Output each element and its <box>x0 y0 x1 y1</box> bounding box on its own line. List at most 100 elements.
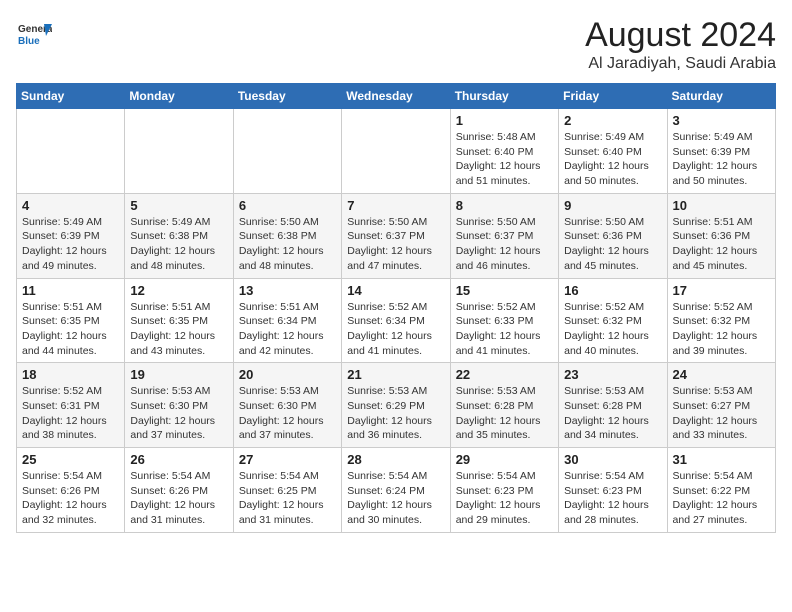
day-number: 9 <box>564 198 661 213</box>
day-number: 1 <box>456 113 553 128</box>
calendar-cell: 19 Sunrise: 5:53 AM Sunset: 6:30 PM Dayli… <box>125 363 233 448</box>
calendar-cell: 12Sunrise: 5:51 AM Sunset: 6:35 PM Dayli… <box>125 278 233 363</box>
day-number: 22 <box>456 367 553 382</box>
day-info: Sunrise: 5:51 AM Sunset: 6:35 PM Dayligh… <box>22 300 119 359</box>
day-info: Sunrise: 5:54 AM Sunset: 6:24 PM Dayligh… <box>347 469 444 528</box>
day-info: Sunrise: 5:52 AM Sunset: 6:32 PM Dayligh… <box>564 300 661 359</box>
day-info: Sunrise: 5:52 AM Sunset: 6:34 PM Dayligh… <box>347 300 444 359</box>
calendar-cell: 27Sunrise: 5:54 AM Sunset: 6:25 PM Dayli… <box>233 448 341 533</box>
calendar-cell: 24Sunrise: 5:53 AM Sunset: 6:27 PM Dayli… <box>667 363 775 448</box>
calendar-cell <box>342 109 450 194</box>
page-subtitle: Al Jaradiyah, Saudi Arabia <box>585 55 776 73</box>
calendar-cell: 13Sunrise: 5:51 AM Sunset: 6:34 PM Dayli… <box>233 278 341 363</box>
calendar-cell: 30 Sunrise: 5:54 AM Sunset: 6:23 PM Dayli… <box>559 448 667 533</box>
day-number: 19 <box>130 367 227 382</box>
day-info: Sunrise: 5:52 AM Sunset: 6:32 PM Dayligh… <box>673 300 770 359</box>
day-info: Sunrise: 5:53 AM Sunset: 6:28 PM Dayligh… <box>456 384 553 443</box>
day-info: Sunrise: 5:50 AM Sunset: 6:37 PM Dayligh… <box>347 215 444 274</box>
calendar-cell: 10 Sunrise: 5:51 AM Sunset: 6:36 PM Dayli… <box>667 193 775 278</box>
day-number: 26 <box>130 452 227 467</box>
calendar-cell: 6Sunrise: 5:50 AM Sunset: 6:38 PM Daylig… <box>233 193 341 278</box>
calendar-cell: 5 Sunrise: 5:49 AM Sunset: 6:38 PM Daylig… <box>125 193 233 278</box>
calendar-cell: 22 Sunrise: 5:53 AM Sunset: 6:28 PM Dayli… <box>450 363 558 448</box>
calendar-table: SundayMondayTuesdayWednesdayThursdayFrid… <box>16 83 776 533</box>
calendar-week-5: 25 Sunrise: 5:54 AM Sunset: 6:26 PM Dayli… <box>17 448 776 533</box>
calendar-cell: 15 Sunrise: 5:52 AM Sunset: 6:33 PM Dayli… <box>450 278 558 363</box>
day-number: 6 <box>239 198 336 213</box>
calendar-cell: 17 Sunrise: 5:52 AM Sunset: 6:32 PM Dayli… <box>667 278 775 363</box>
day-number: 13 <box>239 283 336 298</box>
day-info: Sunrise: 5:49 AM Sunset: 6:40 PM Dayligh… <box>564 130 661 189</box>
calendar-cell: 26 Sunrise: 5:54 AM Sunset: 6:26 PM Dayli… <box>125 448 233 533</box>
calendar-cell: 11 Sunrise: 5:51 AM Sunset: 6:35 PM Dayli… <box>17 278 125 363</box>
day-info: Sunrise: 5:51 AM Sunset: 6:36 PM Dayligh… <box>673 215 770 274</box>
day-info: Sunrise: 5:48 AM Sunset: 6:40 PM Dayligh… <box>456 130 553 189</box>
calendar-cell: 23Sunrise: 5:53 AM Sunset: 6:28 PM Dayli… <box>559 363 667 448</box>
calendar-cell: 14 Sunrise: 5:52 AM Sunset: 6:34 PM Dayli… <box>342 278 450 363</box>
day-header-thursday: Thursday <box>450 84 558 109</box>
calendar-cell: 31Sunrise: 5:54 AM Sunset: 6:22 PM Dayli… <box>667 448 775 533</box>
day-number: 29 <box>456 452 553 467</box>
calendar-cell: 4 Sunrise: 5:49 AM Sunset: 6:39 PM Daylig… <box>17 193 125 278</box>
calendar-cell: 9 Sunrise: 5:50 AM Sunset: 6:36 PM Daylig… <box>559 193 667 278</box>
day-header-friday: Friday <box>559 84 667 109</box>
calendar-cell: 8 Sunrise: 5:50 AM Sunset: 6:37 PM Daylig… <box>450 193 558 278</box>
day-info: Sunrise: 5:50 AM Sunset: 6:37 PM Dayligh… <box>456 215 553 274</box>
day-number: 28 <box>347 452 444 467</box>
page-header: General Blue August 2024 Al Jaradiyah, S… <box>16 16 776 73</box>
calendar-cell: 20 Sunrise: 5:53 AM Sunset: 6:30 PM Dayli… <box>233 363 341 448</box>
day-number: 14 <box>347 283 444 298</box>
logo-icon: General Blue <box>16 16 52 52</box>
day-info: Sunrise: 5:54 AM Sunset: 6:26 PM Dayligh… <box>130 469 227 528</box>
calendar-cell: 28 Sunrise: 5:54 AM Sunset: 6:24 PM Dayli… <box>342 448 450 533</box>
day-number: 5 <box>130 198 227 213</box>
day-header-monday: Monday <box>125 84 233 109</box>
calendar-cell <box>233 109 341 194</box>
day-info: Sunrise: 5:54 AM Sunset: 6:26 PM Dayligh… <box>22 469 119 528</box>
day-info: Sunrise: 5:53 AM Sunset: 6:28 PM Dayligh… <box>564 384 661 443</box>
day-info: Sunrise: 5:53 AM Sunset: 6:30 PM Dayligh… <box>239 384 336 443</box>
calendar-cell: 29Sunrise: 5:54 AM Sunset: 6:23 PM Dayli… <box>450 448 558 533</box>
day-info: Sunrise: 5:54 AM Sunset: 6:23 PM Dayligh… <box>564 469 661 528</box>
calendar-cell: 25 Sunrise: 5:54 AM Sunset: 6:26 PM Dayli… <box>17 448 125 533</box>
day-number: 31 <box>673 452 770 467</box>
calendar-week-1: 1 Sunrise: 5:48 AM Sunset: 6:40 PM Daylig… <box>17 109 776 194</box>
day-info: Sunrise: 5:52 AM Sunset: 6:33 PM Dayligh… <box>456 300 553 359</box>
calendar-header-row: SundayMondayTuesdayWednesdayThursdayFrid… <box>17 84 776 109</box>
calendar-cell <box>17 109 125 194</box>
day-number: 8 <box>456 198 553 213</box>
day-number: 18 <box>22 367 119 382</box>
calendar-cell: 18 Sunrise: 5:52 AM Sunset: 6:31 PM Dayli… <box>17 363 125 448</box>
day-info: Sunrise: 5:53 AM Sunset: 6:30 PM Dayligh… <box>130 384 227 443</box>
day-number: 30 <box>564 452 661 467</box>
day-info: Sunrise: 5:54 AM Sunset: 6:25 PM Dayligh… <box>239 469 336 528</box>
day-header-tuesday: Tuesday <box>233 84 341 109</box>
calendar-cell: 7 Sunrise: 5:50 AM Sunset: 6:37 PM Daylig… <box>342 193 450 278</box>
day-number: 2 <box>564 113 661 128</box>
day-number: 11 <box>22 283 119 298</box>
calendar-week-2: 4 Sunrise: 5:49 AM Sunset: 6:39 PM Daylig… <box>17 193 776 278</box>
page-title: August 2024 <box>585 16 776 55</box>
day-number: 4 <box>22 198 119 213</box>
day-info: Sunrise: 5:52 AM Sunset: 6:31 PM Dayligh… <box>22 384 119 443</box>
day-number: 10 <box>673 198 770 213</box>
day-number: 24 <box>673 367 770 382</box>
calendar-week-3: 11 Sunrise: 5:51 AM Sunset: 6:35 PM Dayli… <box>17 278 776 363</box>
logo: General Blue <box>16 16 52 52</box>
day-info: Sunrise: 5:49 AM Sunset: 6:39 PM Dayligh… <box>22 215 119 274</box>
calendar-cell: 1 Sunrise: 5:48 AM Sunset: 6:40 PM Daylig… <box>450 109 558 194</box>
day-number: 17 <box>673 283 770 298</box>
day-info: Sunrise: 5:51 AM Sunset: 6:35 PM Dayligh… <box>130 300 227 359</box>
calendar-cell: 21 Sunrise: 5:53 AM Sunset: 6:29 PM Dayli… <box>342 363 450 448</box>
calendar-cell <box>125 109 233 194</box>
day-info: Sunrise: 5:53 AM Sunset: 6:29 PM Dayligh… <box>347 384 444 443</box>
day-number: 20 <box>239 367 336 382</box>
day-header-wednesday: Wednesday <box>342 84 450 109</box>
day-info: Sunrise: 5:49 AM Sunset: 6:38 PM Dayligh… <box>130 215 227 274</box>
day-number: 25 <box>22 452 119 467</box>
day-number: 15 <box>456 283 553 298</box>
day-number: 21 <box>347 367 444 382</box>
calendar-week-4: 18 Sunrise: 5:52 AM Sunset: 6:31 PM Dayli… <box>17 363 776 448</box>
day-info: Sunrise: 5:50 AM Sunset: 6:36 PM Dayligh… <box>564 215 661 274</box>
day-number: 7 <box>347 198 444 213</box>
